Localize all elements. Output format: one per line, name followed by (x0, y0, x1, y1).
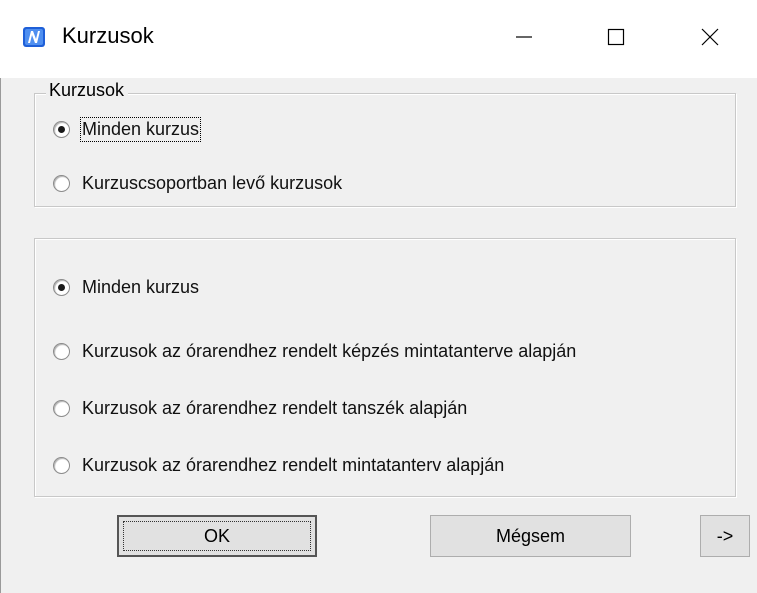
close-button[interactable] (664, 0, 756, 78)
radio-button-selected[interactable] (53, 279, 70, 296)
cancel-button[interactable]: Mégsem (430, 515, 631, 557)
radio-button[interactable] (53, 175, 70, 192)
radio-courses-in-group[interactable]: Kurzuscsoportban levő kurzusok (53, 173, 342, 194)
focus-indicator (123, 521, 311, 551)
radio-all-courses-top[interactable]: Minden kurzus (53, 117, 202, 142)
radio-button[interactable] (53, 457, 70, 474)
window-title: Kurzusok (62, 23, 154, 48)
minimize-button[interactable] (478, 0, 570, 78)
dialog-window: Kurzusok Kurzusok Minden kurzus Kurzuscs… (0, 0, 757, 593)
next-arrow-label: -> (716, 525, 734, 546)
window-left-border (0, 78, 1, 593)
close-icon (700, 27, 720, 52)
radio-label: Kurzusok az órarendhez rendelt mintatant… (82, 455, 505, 475)
app-logo-icon (22, 25, 46, 49)
next-arrow-button[interactable]: -> (700, 515, 750, 557)
radio-label: Minden kurzus (79, 117, 202, 142)
cancel-button-label: Mégsem (495, 525, 566, 546)
radio-label: Kurzusok az órarendhez rendelt tanszék a… (82, 398, 468, 418)
radio-by-training-curriculum[interactable]: Kurzusok az órarendhez rendelt képzés mi… (53, 341, 576, 362)
radio-button-selected[interactable] (53, 121, 70, 138)
radio-button[interactable] (53, 400, 70, 417)
radio-label: Kurzusok az órarendhez rendelt képzés mi… (82, 341, 577, 361)
minimize-icon (514, 27, 534, 52)
title-bar[interactable]: Kurzusok (0, 0, 757, 78)
radio-label: Minden kurzus (82, 277, 200, 297)
radio-button[interactable] (53, 343, 70, 360)
radio-label: Kurzuscsoportban levő kurzusok (82, 173, 343, 193)
ok-button[interactable]: OK (117, 515, 317, 557)
radio-by-curriculum[interactable]: Kurzusok az órarendhez rendelt mintatant… (53, 455, 504, 476)
maximize-button[interactable] (570, 0, 662, 78)
maximize-icon (606, 27, 626, 52)
radio-all-courses[interactable]: Minden kurzus (53, 277, 199, 298)
courses-groupbox-legend: Kurzusok (46, 80, 129, 101)
radio-by-department[interactable]: Kurzusok az órarendhez rendelt tanszék a… (53, 398, 467, 419)
